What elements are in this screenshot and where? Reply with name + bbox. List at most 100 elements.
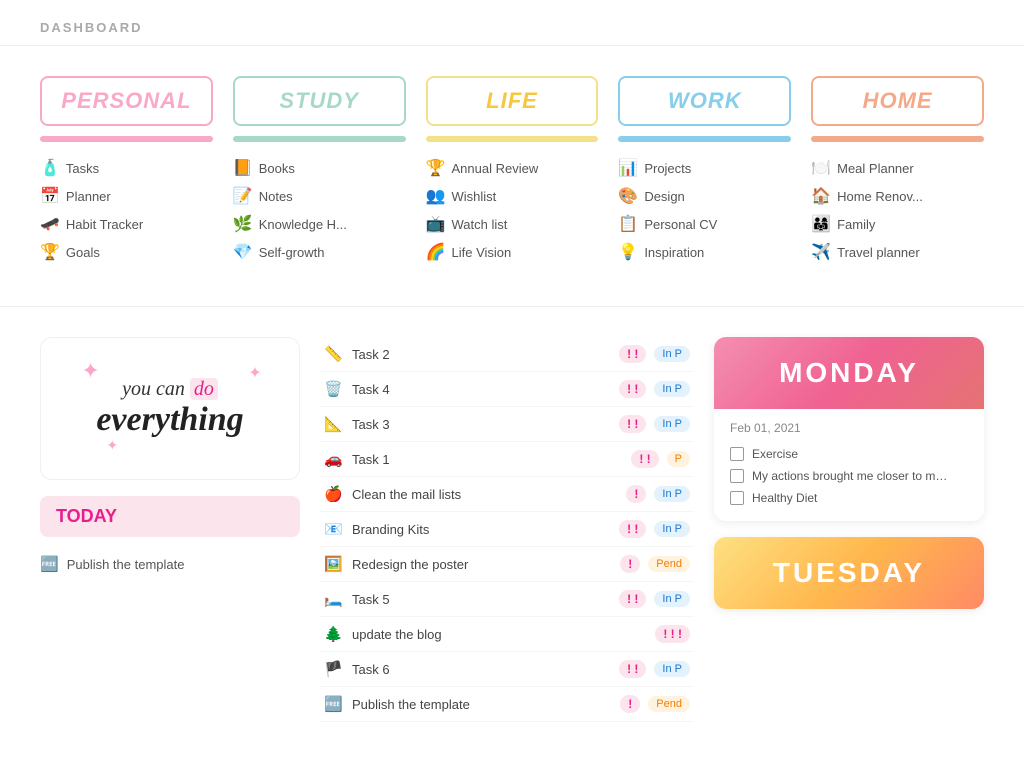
notes-icon: 📝 [233,186,253,206]
category-study: STUDY 📙Books 📝Notes 🌿Knowledge H... 💎Sel… [233,76,406,266]
poster-status: Pend [648,556,690,572]
task-row[interactable]: 🚗 Task 1 ! ! P [320,442,694,477]
monday-item-diet[interactable]: Healthy Diet [730,487,968,509]
list-item[interactable]: 🌿Knowledge H... [233,210,406,238]
list-item[interactable]: 📙Books [233,154,406,182]
list-item[interactable]: 👨‍👩‍👧Family [811,210,984,238]
lifevision-icon: 🌈 [426,242,446,262]
task4-status: In P [654,381,690,397]
study-title[interactable]: STUDY [233,76,406,126]
list-item[interactable]: 💎Self-growth [233,238,406,266]
list-item[interactable]: 📅Planner [40,182,213,210]
study-bar [233,136,406,142]
publish-status: Pend [648,696,690,712]
task1-status: P [667,451,690,467]
list-item[interactable]: 🏠Home Renov... [811,182,984,210]
task4-name: Task 4 [352,382,611,397]
task-row[interactable]: 📧 Branding Kits ! ! In P [320,512,694,547]
personal-title[interactable]: PERSONAL [40,76,213,126]
list-item[interactable]: 🧴Tasks [40,154,213,182]
projects-icon: 📊 [618,158,638,178]
check-box-diet[interactable] [730,491,744,505]
branding-name: Branding Kits [352,522,611,537]
task5-status: In P [654,591,690,607]
diet-label: Healthy Diet [752,491,817,505]
task-row[interactable]: 🆓 Publish the template ! Pend [320,687,694,722]
tuesday-header: TUESDAY [714,537,984,609]
list-item[interactable]: 📝Notes [233,182,406,210]
task-row[interactable]: 🛏️ Task 5 ! ! In P [320,582,694,617]
list-item[interactable]: 🏆Goals [40,238,213,266]
today-task-icon: 🆓 [40,555,59,573]
list-item[interactable]: 👥Wishlist [426,182,599,210]
right-panel: MONDAY Feb 01, 2021 Exercise My actions … [714,337,984,722]
inspiration-icon: 💡 [618,242,638,262]
motivational-line2: everything [96,401,243,439]
task-row[interactable]: 🏴 Task 6 ! ! In P [320,652,694,687]
family-icon: 👨‍👩‍👧 [811,214,831,234]
maillist-icon: 🍎 [324,485,344,503]
blog-name: update the blog [352,627,647,642]
check-box-actions[interactable] [730,469,744,483]
work-bar [618,136,791,142]
today-task-item[interactable]: 🆓 Publish the template [40,549,300,579]
life-title[interactable]: LIFE [426,76,599,126]
dashboard-header: DASHBOARD [0,0,1024,46]
task-row[interactable]: 📐 Task 3 ! ! In P [320,407,694,442]
personal-items: 🧴Tasks 📅Planner 🛹Habit Tracker 🏆Goals [40,154,213,266]
work-items: 📊Projects 🎨Design 📋Personal CV 💡Inspirat… [618,154,791,266]
task6-icon: 🏴 [324,660,344,678]
work-title[interactable]: WORK [618,76,791,126]
task-row[interactable]: 🍎 Clean the mail lists ! In P [320,477,694,512]
list-item[interactable]: 🛹Habit Tracker [40,210,213,238]
dashboard-title: DASHBOARD [40,20,143,35]
tasks-icon: 🧴 [40,158,60,178]
monday-item-actions[interactable]: My actions brought me closer to my long-… [730,465,968,487]
home-title[interactable]: HOME [811,76,984,126]
annual-icon: 🏆 [426,158,446,178]
list-item[interactable]: 🎨Design [618,182,791,210]
task6-status: In P [654,661,690,677]
category-work: WORK 📊Projects 🎨Design 📋Personal CV 💡Ins… [618,76,791,266]
list-item[interactable]: ✈️Travel planner [811,238,984,266]
task6-name: Task 6 [352,662,611,677]
today-task-label: Publish the template [67,557,185,572]
sparkle-right-icon: ✦ [248,363,261,383]
monday-item-exercise[interactable]: Exercise [730,443,968,465]
list-item[interactable]: 📋Personal CV [618,210,791,238]
list-item[interactable]: 📊Projects [618,154,791,182]
task-row[interactable]: 📏 Task 2 ! ! In P [320,337,694,372]
planner-icon: 📅 [40,186,60,206]
list-item[interactable]: 🏆Annual Review [426,154,599,182]
task2-priority: ! ! [619,345,646,363]
task2-icon: 📏 [324,345,344,363]
poster-name: Redesign the poster [352,557,612,572]
today-label: TODAY [40,496,300,537]
task5-icon: 🛏️ [324,590,344,608]
task4-icon: 🗑️ [324,380,344,398]
task6-priority: ! ! [619,660,646,678]
list-item[interactable]: 📺Watch list [426,210,599,238]
knowledge-icon: 🌿 [233,214,253,234]
personal-bar [40,136,213,142]
task-row[interactable]: 🌲 update the blog ! ! ! [320,617,694,652]
motivational-box: ✦ ✦ you can do everything ✦ [40,337,300,480]
life-items: 🏆Annual Review 👥Wishlist 📺Watch list 🌈Li… [426,154,599,266]
homereno-icon: 🏠 [811,186,831,206]
list-item[interactable]: 🍽️Meal Planner [811,154,984,182]
check-box-exercise[interactable] [730,447,744,461]
category-life: LIFE 🏆Annual Review 👥Wishlist 📺Watch lis… [426,76,599,266]
publish-icon: 🆓 [324,695,344,713]
task3-priority: ! ! [619,415,646,433]
list-item[interactable]: 💡Inspiration [618,238,791,266]
branding-status: In P [654,521,690,537]
monday-header: MONDAY [714,337,984,409]
home-items: 🍽️Meal Planner 🏠Home Renov... 👨‍👩‍👧Famil… [811,154,984,266]
left-panel: ✦ ✦ you can do everything ✦ TODAY 🆓 Publ… [40,337,300,722]
list-item[interactable]: 🌈Life Vision [426,238,599,266]
cv-icon: 📋 [618,214,638,234]
task3-status: In P [654,416,690,432]
task-row[interactable]: 🗑️ Task 4 ! ! In P [320,372,694,407]
goals-icon: 🏆 [40,242,60,262]
task-row[interactable]: 🖼️ Redesign the poster ! Pend [320,547,694,582]
